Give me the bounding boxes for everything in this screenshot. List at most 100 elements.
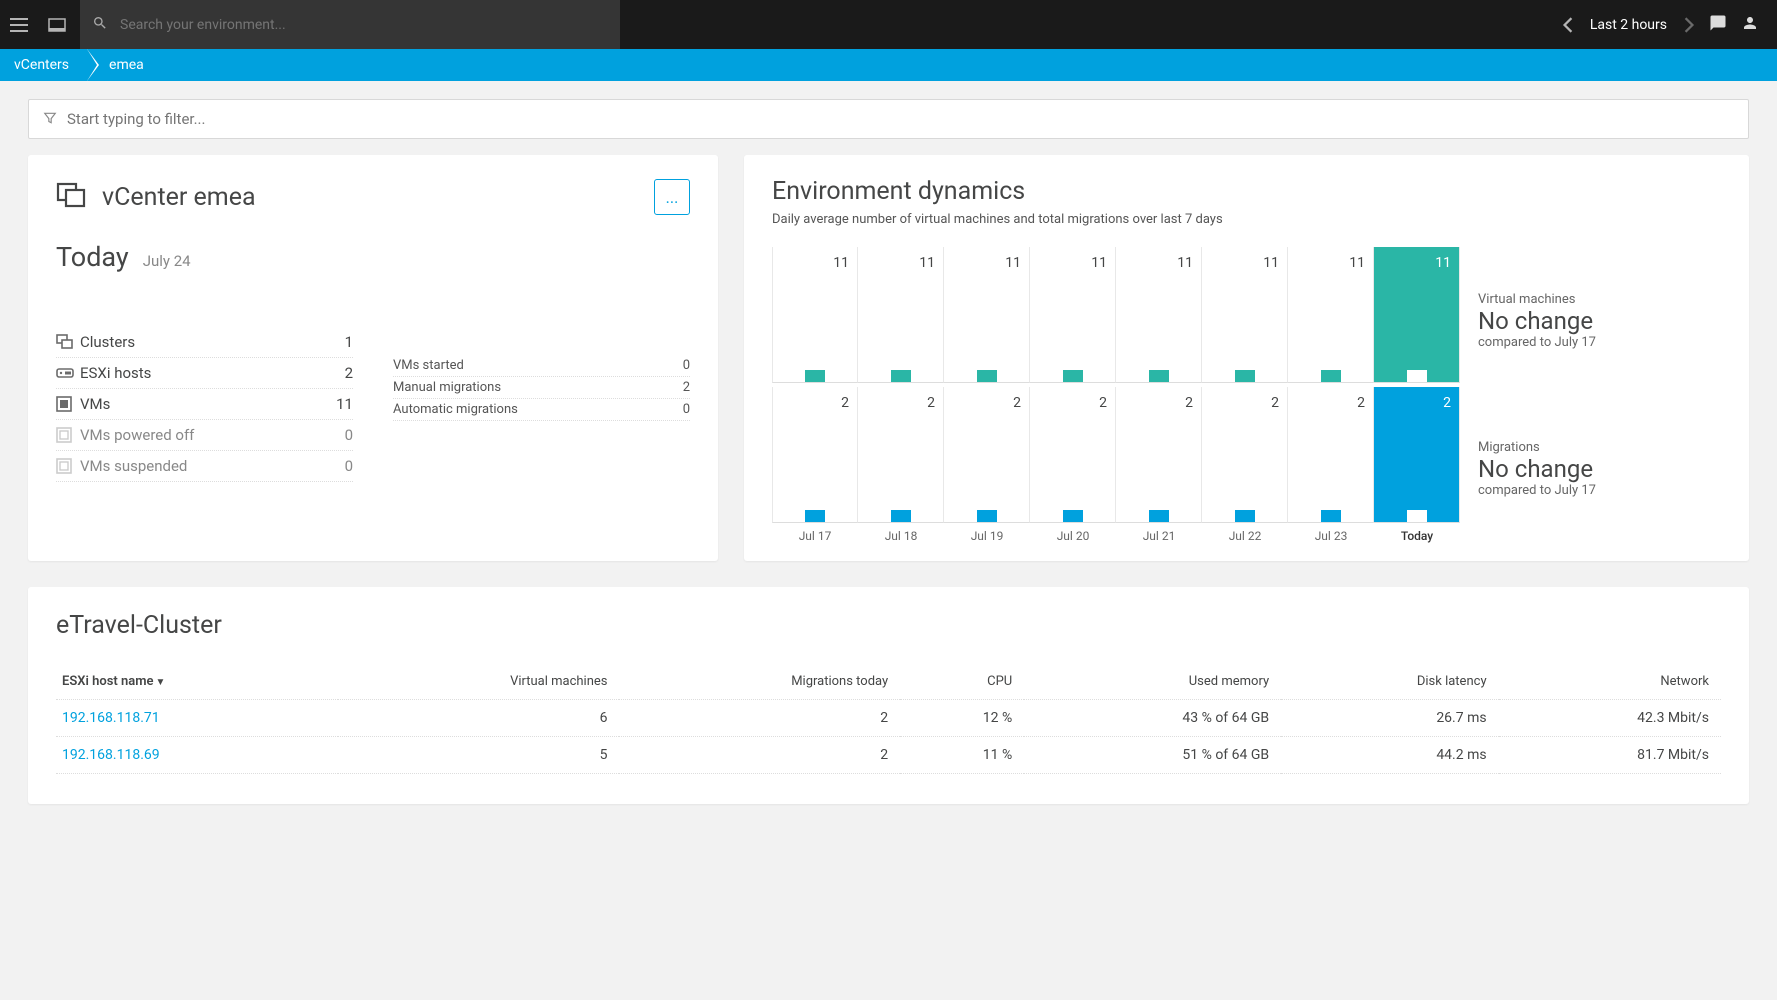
stat-row[interactable]: VMs suspended0 (56, 451, 353, 482)
user-icon[interactable] (1741, 14, 1759, 36)
stat-value: 2 (345, 364, 353, 382)
chart-value: 11 (1349, 255, 1365, 271)
table-header[interactable]: CPU (900, 664, 1024, 700)
table-row: 192.168.118.716212 %43 % of 64 GB26.7 ms… (56, 700, 1721, 737)
chart-value: 2 (1443, 395, 1451, 411)
search-input[interactable] (120, 17, 608, 33)
chart-value: 2 (1357, 395, 1365, 411)
card-menu-button[interactable]: ... (654, 179, 690, 215)
cell: 26.7 ms (1281, 700, 1498, 737)
stat-label: VMs powered off (80, 426, 345, 444)
chevron-right-icon[interactable] (1683, 17, 1695, 33)
hamburger-icon[interactable] (0, 0, 38, 49)
stat-value: 1 (345, 333, 353, 351)
summary-migrations: Migrations No change compared to July 17 (1478, 440, 1596, 498)
table-header[interactable]: Network (1499, 664, 1721, 700)
cell: 11 % (900, 737, 1024, 774)
xaxis-label: Jul 22 (1202, 523, 1288, 543)
timerange-picker[interactable]: Last 2 hours (1562, 17, 1695, 33)
chart-column: 2 (858, 387, 944, 523)
small-stat-row: VMs started0 (393, 355, 690, 377)
cell: 5 (338, 737, 620, 774)
chart-value: 2 (1099, 395, 1107, 411)
chart-column: 11 (1374, 247, 1460, 383)
summary-vm: Virtual machines No change compared to J… (1478, 292, 1596, 350)
chart-column: 11 (1202, 247, 1288, 383)
table-header[interactable]: ESXi host name▼ (56, 664, 338, 700)
env-subtitle: Daily average number of virtual machines… (772, 212, 1721, 227)
chart-value: 11 (1005, 255, 1021, 271)
host-link[interactable]: 192.168.118.69 (62, 747, 160, 763)
chart-value: 11 (1263, 255, 1279, 271)
host-name-cell[interactable]: 192.168.118.71 (56, 700, 338, 737)
stat-value: 11 (336, 395, 353, 413)
chart-column: 11 (1288, 247, 1374, 383)
chart-bar (1149, 370, 1169, 382)
vcenter-card: vCenter emea ... Today July 24 Clusters1… (28, 155, 718, 561)
table-header[interactable]: Virtual machines (338, 664, 620, 700)
breadcrumb-root[interactable]: vCenters (0, 49, 87, 81)
cell: 43 % of 64 GB (1024, 700, 1281, 737)
chart-column: 11 (944, 247, 1030, 383)
vm-icon (56, 396, 80, 412)
table-header[interactable]: Used memory (1024, 664, 1281, 700)
global-search[interactable] (80, 0, 620, 49)
chevron-left-icon[interactable] (1562, 17, 1574, 33)
chart-column: 2 (1116, 387, 1202, 523)
chart-value: 11 (1091, 255, 1107, 271)
xaxis-label: Jul 19 (944, 523, 1030, 543)
chart-bar (1063, 370, 1083, 382)
chart-bar (1235, 510, 1255, 522)
table-header[interactable]: Disk latency (1281, 664, 1498, 700)
chart-value: 11 (1177, 255, 1193, 271)
vcenter-icon (56, 182, 86, 212)
table-header[interactable]: Migrations today (619, 664, 900, 700)
stat-label: Clusters (80, 333, 345, 351)
stat-row[interactable]: VMs11 (56, 389, 353, 420)
cell: 51 % of 64 GB (1024, 737, 1281, 774)
chart-row-vm: 1111111111111111 (772, 247, 1460, 383)
stat-row[interactable]: ESXi hosts2 (56, 358, 353, 389)
cell: 12 % (900, 700, 1024, 737)
host-name-cell[interactable]: 192.168.118.69 (56, 737, 338, 774)
stat-value: 0 (345, 457, 353, 475)
filter-input[interactable] (67, 110, 1734, 128)
topbar: Last 2 hours (0, 0, 1777, 49)
stat-label: VMs (80, 395, 336, 413)
chart-bar (1235, 370, 1255, 382)
cell: 81.7 Mbit/s (1499, 737, 1721, 774)
chart-value: 11 (833, 255, 849, 271)
small-stat-list: VMs started0Manual migrations2Automatic … (393, 355, 690, 482)
xaxis-label: Jul 20 (1030, 523, 1116, 543)
today-label: Today (56, 241, 129, 273)
chart-column: 2 (1030, 387, 1116, 523)
chart-column: 2 (1202, 387, 1288, 523)
filter-bar[interactable] (28, 99, 1749, 139)
stat-label: ESXi hosts (80, 364, 345, 382)
xaxis-label: Jul 18 (858, 523, 944, 543)
dashboard-icon[interactable] (38, 0, 76, 49)
cell: 42.3 Mbit/s (1499, 700, 1721, 737)
stat-value: 0 (345, 426, 353, 444)
host-link[interactable]: 192.168.118.71 (62, 710, 160, 726)
chart-value: 2 (1271, 395, 1279, 411)
stat-row[interactable]: VMs powered off0 (56, 420, 353, 451)
xaxis-label: Jul 21 (1116, 523, 1202, 543)
hosts-table: ESXi host name▼Virtual machinesMigration… (56, 664, 1721, 774)
cell: 2 (619, 737, 900, 774)
chart-column: 11 (1116, 247, 1202, 383)
today-date: July 24 (143, 252, 191, 270)
small-stat-row: Manual migrations2 (393, 377, 690, 399)
environment-card: Environment dynamics Daily average numbe… (744, 155, 1749, 561)
chart-column: 11 (772, 247, 858, 383)
chat-icon[interactable] (1709, 14, 1727, 36)
chart-column: 2 (772, 387, 858, 523)
stat-row[interactable]: Clusters1 (56, 327, 353, 358)
chart-bar (1321, 370, 1341, 382)
chart-value: 11 (1435, 255, 1451, 271)
vcenter-title: vCenter emea (102, 183, 256, 212)
xaxis-label: Today (1374, 523, 1460, 543)
chart-value: 2 (927, 395, 935, 411)
small-stat-row: Automatic migrations0 (393, 399, 690, 421)
chart-row-migrations: 22222222 (772, 387, 1460, 523)
